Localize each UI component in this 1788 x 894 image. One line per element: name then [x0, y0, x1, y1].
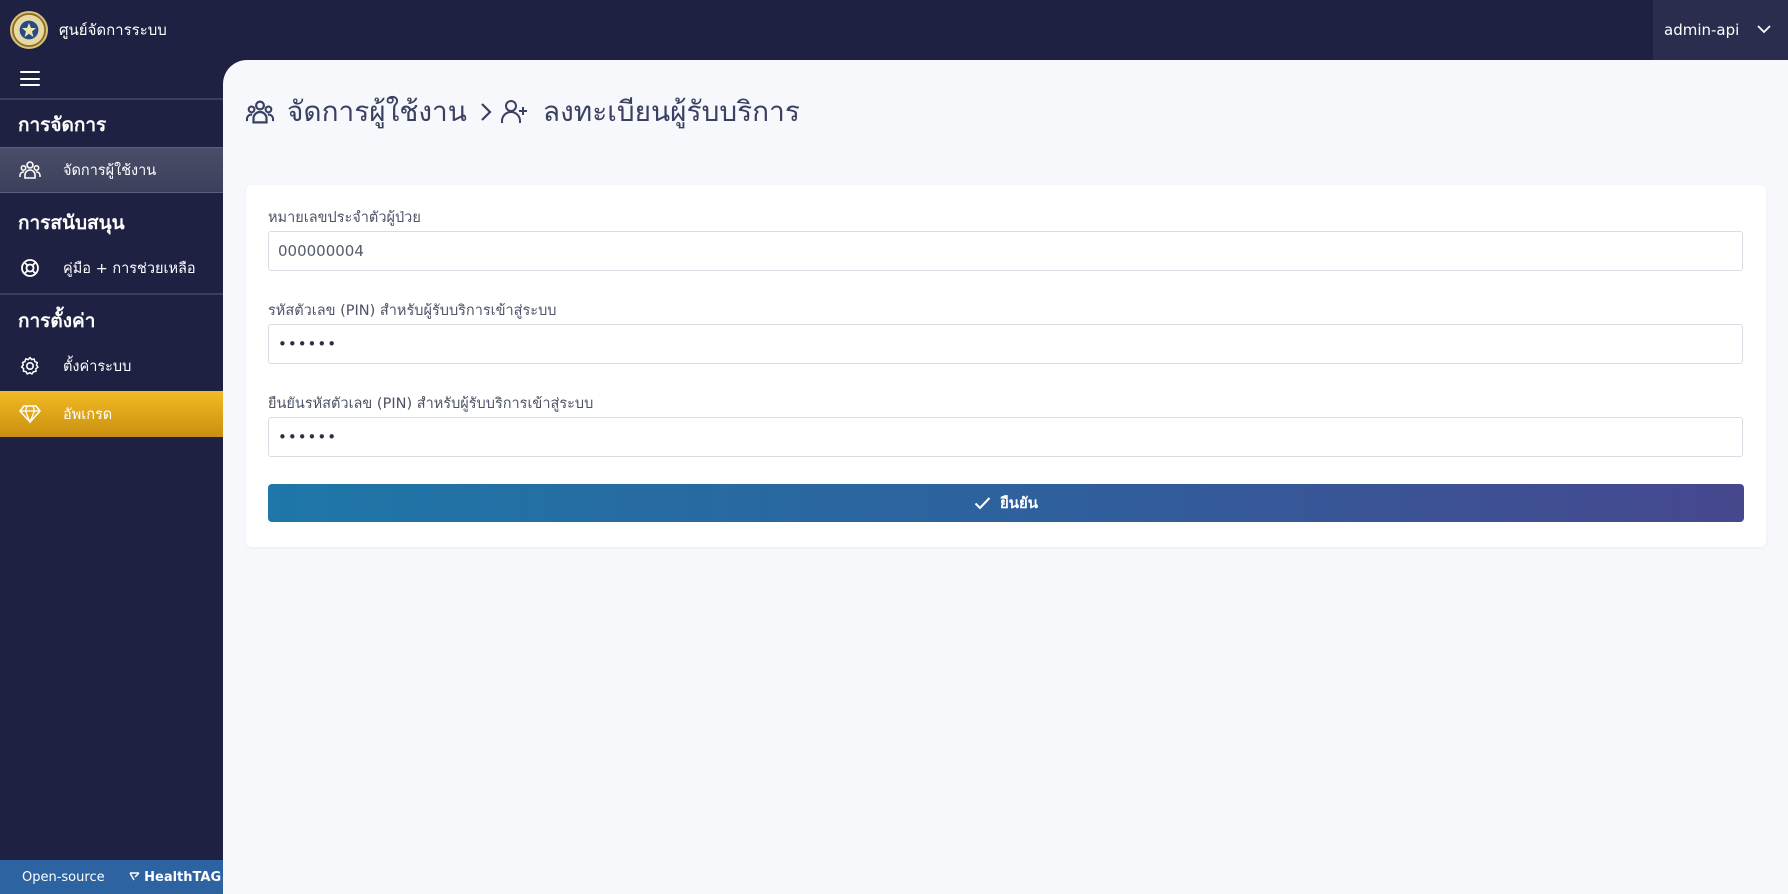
sidebar-item-label: ตั้งค่าระบบ: [63, 358, 132, 375]
diamond-icon: [18, 402, 42, 426]
chevron-down-icon: [1756, 21, 1772, 41]
confirm-button[interactable]: ยืนยัน: [268, 484, 1744, 522]
users-icon: [18, 158, 42, 182]
user-name: admin-api: [1664, 21, 1740, 39]
sidebar-item-help[interactable]: คู่มือ + การช่วยเหลือ: [0, 245, 223, 291]
breadcrumb-parent[interactable]: จัดการผู้ใช้งาน: [287, 90, 467, 134]
brand[interactable]: ศูนย์จัดการระบบ: [10, 10, 167, 50]
top-bar: ศูนย์จัดการระบบ admin-api: [0, 0, 1788, 60]
sidebar-item-label: คู่มือ + การช่วยเหลือ: [63, 260, 196, 277]
section-heading-settings: การตั้งค่า: [18, 310, 96, 332]
divider: [0, 293, 223, 295]
patient-id-label: หมายเลขประจำตัวผู้ป่วย: [268, 210, 421, 226]
chevron-right-icon: [479, 101, 493, 123]
divider: [0, 98, 223, 100]
sidebar-item-system-settings[interactable]: ตั้งค่าระบบ: [0, 343, 223, 389]
open-source-link[interactable]: Open-source: [22, 870, 105, 885]
user-menu[interactable]: admin-api: [1653, 0, 1788, 60]
gear-icon: [18, 354, 42, 378]
sidebar-item-label: จัดการผู้ใช้งาน: [63, 162, 157, 179]
sidebar-item-label: อัพเกรด: [63, 406, 113, 423]
app-title: ศูนย์จัดการระบบ: [59, 21, 167, 39]
confirm-button-label: ยืนยัน: [999, 494, 1039, 512]
section-heading-support: การสนับสนุน: [18, 212, 125, 234]
pin-confirm-label: ยืนยันรหัสตัวเลข (PIN) สำหรับผู้รับบริกา…: [268, 396, 594, 412]
breadcrumb: จัดการผู้ใช้งาน ลงทะเบียนผู้รับบริการ: [245, 92, 800, 132]
check-icon: [974, 496, 991, 510]
user-plus-icon: [500, 96, 533, 128]
healthtag-icon: [128, 870, 145, 885]
lifebuoy-icon: [18, 256, 42, 280]
sidebar: การจัดการ จัดการผู้ใช้งาน การสนับสนุน คู…: [0, 60, 223, 894]
users-icon: [245, 96, 277, 128]
sidebar-footer: Open-source HealthTAG: [0, 860, 223, 894]
pin-label: รหัสตัวเลข (PIN) สำหรับผู้รับบริการเข้าส…: [268, 303, 557, 319]
pin-input[interactable]: [268, 324, 1743, 364]
register-form-card: หมายเลขประจำตัวผู้ป่วย รหัสตัวเลข (PIN) …: [246, 185, 1766, 547]
section-heading-management: การจัดการ: [18, 114, 107, 136]
healthtag-link[interactable]: HealthTAG: [128, 869, 222, 885]
sidebar-item-user-management[interactable]: จัดการผู้ใช้งาน: [0, 147, 223, 193]
healthtag-label: HealthTAG: [144, 869, 222, 885]
pin-confirm-input[interactable]: [268, 417, 1743, 457]
seal-logo-icon: [10, 11, 48, 49]
patient-id-input[interactable]: [268, 231, 1743, 271]
hamburger-icon[interactable]: [20, 71, 40, 88]
main-content: จัดการผู้ใช้งาน ลงทะเบียนผู้รับบริการ หม…: [223, 60, 1788, 894]
breadcrumb-current: ลงทะเบียนผู้รับบริการ: [542, 95, 800, 128]
sidebar-item-upgrade[interactable]: อัพเกรด: [0, 391, 223, 437]
